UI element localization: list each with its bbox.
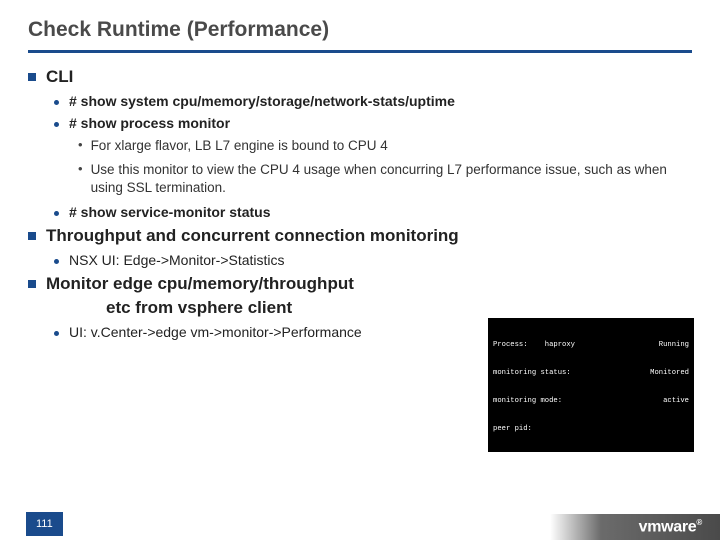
dot-bullet-icon <box>54 100 59 105</box>
brand-reg-icon: ® <box>696 518 702 527</box>
term-row: monitoring status:Monitored <box>493 369 689 378</box>
section-continuation: etc from vsphere client <box>106 298 692 318</box>
dot-bullet-icon <box>54 331 59 336</box>
cli-command-2: # show process monitor <box>69 115 230 131</box>
dot-bullet-icon <box>54 259 59 264</box>
tiny-bullet-icon: • <box>78 161 83 197</box>
square-bullet-icon <box>28 232 36 240</box>
slide-title: Check Runtime (Performance) <box>28 18 692 53</box>
cli-note-2: • Use this monitor to view the CPU 4 usa… <box>78 161 692 197</box>
section-monitor-edge: Monitor edge cpu/memory/throughput <box>28 274 692 294</box>
term-row: peer pid: <box>493 425 689 434</box>
cli-note-text-1: For xlarge flavor, LB L7 engine is bound… <box>91 137 388 155</box>
throughput-text: NSX UI: Edge->Monitor->Statistics <box>69 252 285 268</box>
section-heading: CLI <box>46 67 73 87</box>
cli-note-1: • For xlarge flavor, LB L7 engine is bou… <box>78 137 692 155</box>
square-bullet-icon <box>28 280 36 288</box>
square-bullet-icon <box>28 73 36 81</box>
brand-logo: vmware® <box>639 518 702 536</box>
dot-bullet-icon <box>54 211 59 216</box>
cli-item-3: # show service-monitor status <box>54 204 692 220</box>
term-row: Process: haproxyRunning <box>493 341 689 350</box>
footer: 111 <box>0 508 720 540</box>
dot-bullet-icon <box>54 122 59 127</box>
slide: Check Runtime (Performance) CLI # show s… <box>0 0 720 540</box>
terminal-screenshot: Process: haproxyRunning monitoring statu… <box>488 318 694 452</box>
cli-note-text-2: Use this monitor to view the CPU 4 usage… <box>91 161 692 197</box>
tiny-bullet-icon: • <box>78 137 83 155</box>
cli-item-2: # show process monitor <box>54 115 692 131</box>
section-cli: CLI <box>28 67 692 87</box>
section-throughput: Throughput and concurrent connection mon… <box>28 226 692 246</box>
cli-command-3: # show service-monitor status <box>69 204 271 220</box>
section-heading: Throughput and concurrent connection mon… <box>46 226 459 246</box>
brand-text: vmware <box>639 518 697 535</box>
cli-item-1: # show system cpu/memory/storage/network… <box>54 93 692 109</box>
cli-command-1: # show system cpu/memory/storage/network… <box>69 93 455 109</box>
page-number: 111 <box>26 512 63 536</box>
section-heading: Monitor edge cpu/memory/throughput <box>46 274 354 294</box>
throughput-item-1: NSX UI: Edge->Monitor->Statistics <box>54 252 692 268</box>
monitor-edge-text: UI: v.Center->edge vm->monitor->Performa… <box>69 324 362 340</box>
term-row: monitoring mode:active <box>493 397 689 406</box>
